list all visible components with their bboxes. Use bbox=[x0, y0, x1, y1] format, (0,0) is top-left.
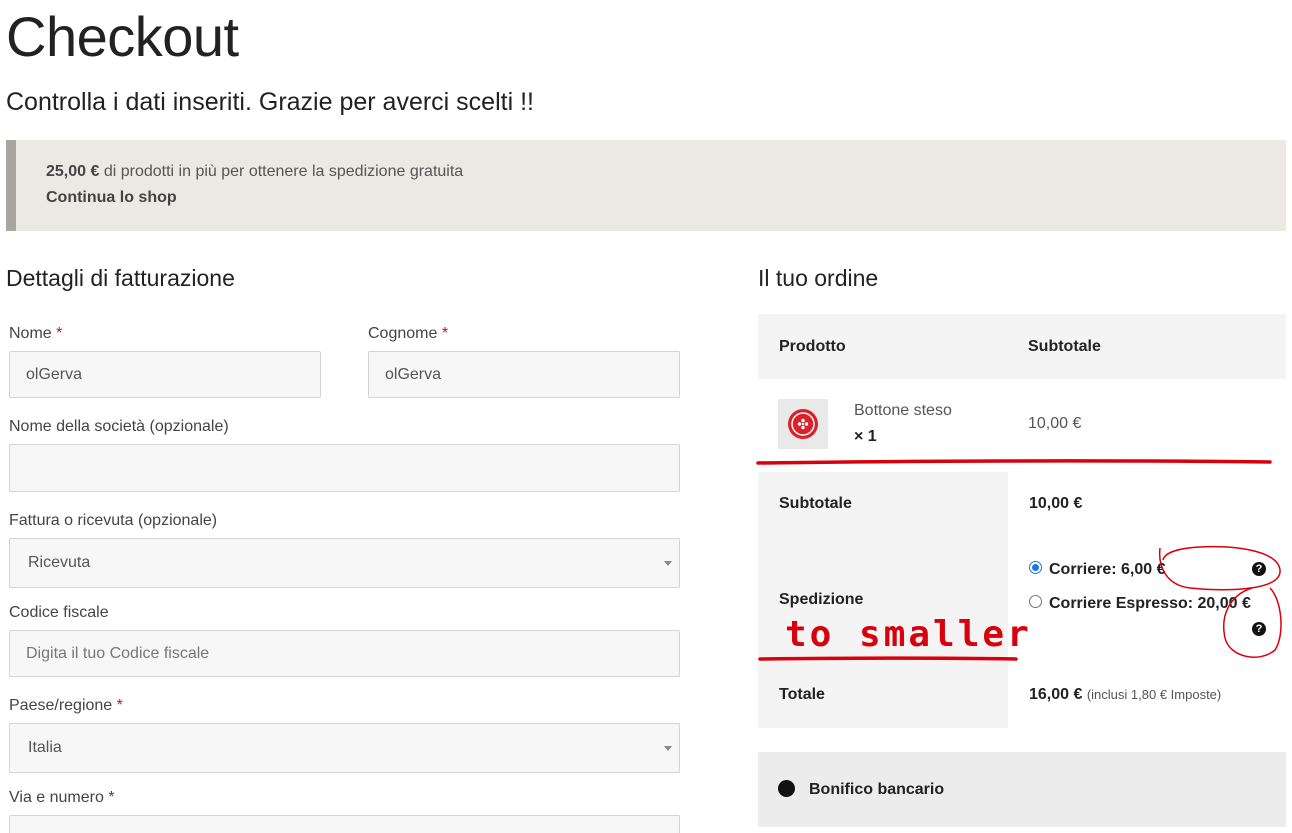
payment-method-label: Bonifico bancario bbox=[809, 781, 945, 798]
product-price: 10,00 € bbox=[1028, 415, 1082, 432]
product-qty: × 1 bbox=[854, 428, 877, 445]
notice-message: 25,00 € di prodotti in più per ottenere … bbox=[46, 163, 463, 181]
tax-code-label: Codice fiscale bbox=[9, 604, 109, 621]
last-name-label: Cognome * bbox=[368, 325, 449, 342]
help-icon[interactable]: ? bbox=[1252, 562, 1266, 576]
page-subtitle: Controlla i dati inseriti. Grazie per av… bbox=[6, 88, 534, 116]
notice-text: di prodotti in più per ottenere la spedi… bbox=[103, 163, 464, 180]
free-shipping-notice: 25,00 € di prodotti in più per ottenere … bbox=[6, 140, 1286, 231]
company-field[interactable] bbox=[9, 444, 680, 492]
company-label: Nome della società (opzionale) bbox=[9, 418, 229, 435]
subtotal-label: Subtotale bbox=[779, 495, 852, 512]
billing-title: Dettagli di fatturazione bbox=[6, 265, 235, 291]
invoice-type-label: Fattura o ricevuta (opzionale) bbox=[9, 512, 218, 529]
shipping-option-corriere[interactable]: Corriere: 6,00 € bbox=[1049, 561, 1166, 579]
street-field[interactable] bbox=[9, 815, 680, 833]
subtotal-value: 10,00 € bbox=[1029, 495, 1083, 512]
product-name: Bottone steso bbox=[854, 402, 952, 419]
col-product: Prodotto bbox=[779, 338, 846, 355]
country-label: Paese/regione * bbox=[9, 697, 123, 714]
table-row: Bottone steso × 1 10,00 € bbox=[758, 379, 1286, 469]
button-product-icon bbox=[788, 409, 818, 439]
first-name-field[interactable]: olGerva bbox=[9, 351, 321, 398]
invoice-type-value: Ricevuta bbox=[28, 554, 91, 571]
payment-radio[interactable] bbox=[778, 780, 795, 797]
product-thumbnail bbox=[778, 399, 828, 449]
col-subtotal: Subtotale bbox=[1028, 338, 1101, 355]
order-totals-values: 10,00 € Corriere: 6,00 € ? Corriere Espr… bbox=[1008, 472, 1286, 728]
total-label: Totale bbox=[779, 686, 825, 703]
continue-shopping-link[interactable]: Continua lo shop bbox=[46, 189, 177, 207]
page-title: Checkout bbox=[6, 5, 239, 68]
tax-note: (inclusi 1,80 € Imposte) bbox=[1086, 687, 1222, 702]
country-value: Italia bbox=[28, 739, 62, 756]
shipping-radio-espresso[interactable] bbox=[1029, 595, 1042, 608]
order-table-header: Prodotto Subtotale bbox=[758, 314, 1286, 379]
order-title: Il tuo ordine bbox=[758, 265, 879, 291]
tax-code-field[interactable]: Digita il tuo Codice fiscale bbox=[9, 630, 680, 677]
country-select[interactable]: Italia bbox=[9, 723, 680, 773]
help-icon[interactable]: ? bbox=[1252, 622, 1266, 636]
shipping-option-espresso[interactable]: Corriere Espresso: 20,00 € bbox=[1049, 595, 1251, 613]
street-label: Via e numero * bbox=[9, 789, 115, 806]
first-name-label: Nome * bbox=[9, 325, 63, 342]
annotation-text: to smaller bbox=[785, 614, 1032, 655]
invoice-type-select[interactable]: Ricevuta bbox=[9, 538, 680, 588]
order-totals-labels: Subtotale Spedizione Totale bbox=[758, 472, 1008, 728]
total-value: 16,00 € (inclusi 1,80 € Imposte) bbox=[1029, 686, 1222, 703]
shipping-label: Spedizione bbox=[779, 591, 864, 608]
payment-method-box[interactable]: Bonifico bancario bbox=[758, 752, 1286, 827]
last-name-field[interactable]: olGerva bbox=[368, 351, 680, 398]
shipping-radio-corriere[interactable] bbox=[1029, 561, 1042, 574]
notice-amount: 25,00 € bbox=[46, 163, 100, 180]
chevron-down-icon bbox=[664, 561, 672, 566]
chevron-down-icon bbox=[664, 746, 672, 751]
